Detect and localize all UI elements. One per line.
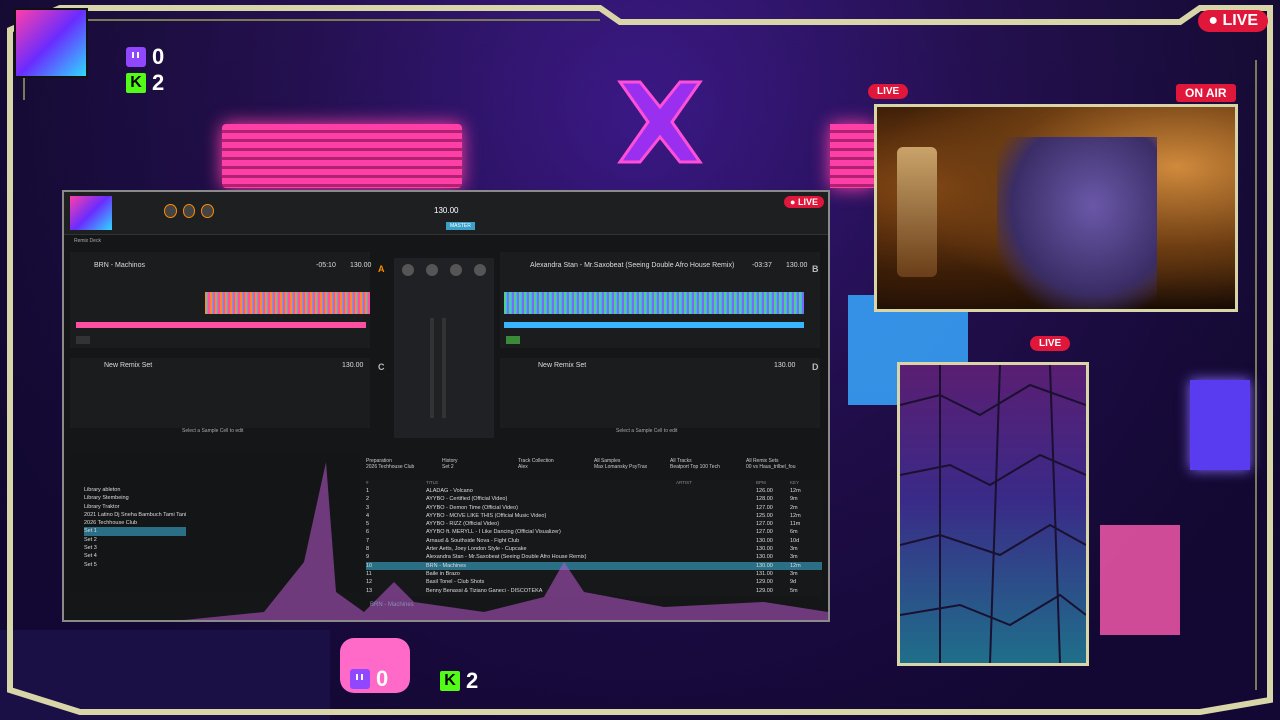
deck-c-letter: C bbox=[378, 362, 385, 372]
deck-a-time: -05:10 bbox=[316, 262, 336, 269]
deck-a: BRN - Machinos -05:10 130.00 bbox=[70, 252, 372, 348]
mixer bbox=[394, 258, 494, 438]
webcam-drum bbox=[897, 147, 937, 277]
deck-b: Alexandra Stan - Mr.Saxobeat (Seeing Dou… bbox=[500, 252, 820, 348]
twitch-count: 0 bbox=[152, 44, 165, 69]
deck-a-waveform bbox=[205, 292, 370, 314]
live-badge-top-right: ● LIVE bbox=[1198, 10, 1268, 32]
dj-live-badge: ● LIVE bbox=[784, 196, 824, 208]
kick-count: 2 bbox=[152, 70, 165, 95]
deck-b-title: Alexandra Stan - Mr.Saxobeat (Seeing Dou… bbox=[530, 262, 735, 269]
master-bpm: 130.00 bbox=[434, 206, 459, 215]
dj-top-bar: 130.00 MASTER ● LIVE bbox=[64, 192, 828, 235]
deck-b-time: -03:37 bbox=[752, 262, 772, 269]
twitch-icon bbox=[350, 669, 370, 689]
deck-c-hint: Select a Sample Cell to edit bbox=[182, 428, 244, 434]
dj-software-window: 130.00 MASTER ● LIVE Remix Deck BRN - Ma… bbox=[62, 190, 830, 622]
webcam-person bbox=[997, 137, 1157, 309]
panel-live-badge: LIVE bbox=[1030, 336, 1071, 351]
dj-logo bbox=[70, 196, 112, 230]
record-icon: ● bbox=[1208, 12, 1218, 29]
remix-deck-label: Remix Deck bbox=[74, 238, 101, 244]
channel-logo bbox=[14, 8, 88, 78]
deck-b-letter: B bbox=[812, 264, 819, 274]
webcam-feed bbox=[874, 104, 1238, 312]
master-button[interactable]: MASTER bbox=[446, 222, 475, 230]
pixel-block-left bbox=[0, 630, 330, 720]
deck-c-tempo: 130.00 bbox=[342, 362, 364, 369]
kick-counter-top: K 2 bbox=[126, 70, 164, 96]
twitch-counter-top: 0 bbox=[126, 44, 164, 70]
deck-d-tempo: 130.00 bbox=[774, 362, 796, 369]
pixel-block-right-screen-2 bbox=[1100, 525, 1180, 635]
deck-c-title: New Remix Set bbox=[104, 362, 153, 369]
neon-sign-left bbox=[222, 124, 462, 188]
kick-count: 2 bbox=[466, 668, 479, 693]
twitch-counter-bottom: 0 bbox=[350, 666, 388, 692]
kick-icon: K bbox=[126, 73, 146, 93]
neon-sign-right bbox=[830, 124, 874, 188]
pixel-block-right-screen bbox=[1190, 380, 1250, 470]
deck-d-hint: Select a Sample Cell to edit bbox=[616, 428, 678, 434]
kick-icon: K bbox=[440, 671, 460, 691]
deck-a-play-button[interactable] bbox=[76, 336, 90, 344]
deck-b-tempo: 130.00 bbox=[786, 262, 808, 269]
gain-knobs[interactable] bbox=[402, 264, 486, 278]
deck-a-title: BRN - Machinos bbox=[94, 262, 145, 269]
record-icon: ● bbox=[790, 197, 796, 207]
kick-counter-bottom: K 2 bbox=[440, 668, 478, 694]
now-playing: BRN - Machines bbox=[370, 602, 414, 608]
deck-a-overview bbox=[76, 322, 366, 328]
deck-d-letter: D bbox=[812, 362, 819, 372]
webcam-live-badge: LIVE bbox=[868, 84, 909, 99]
deck-a-tempo: 130.00 bbox=[350, 262, 372, 269]
deck-b-overview bbox=[504, 322, 804, 328]
deck-d-title: New Remix Set bbox=[538, 362, 587, 369]
channel-faders[interactable] bbox=[430, 318, 458, 428]
deck-a-letter: A bbox=[378, 264, 385, 274]
deck-b-play-button[interactable] bbox=[506, 336, 520, 344]
audio-spectrum bbox=[184, 462, 828, 620]
deck-d: New Remix Set 130.00 Select a Sample Cel… bbox=[500, 358, 820, 434]
deck-b-waveform bbox=[504, 292, 804, 314]
deck-c: New Remix Set 130.00 Select a Sample Cel… bbox=[70, 358, 370, 434]
fx-knobs[interactable] bbox=[164, 204, 215, 220]
neon-x-icon bbox=[617, 80, 703, 164]
twitch-count: 0 bbox=[376, 666, 389, 691]
on-air-badge: ON AIR bbox=[1176, 84, 1236, 102]
voronoi-pattern bbox=[900, 365, 1086, 663]
twitch-icon bbox=[126, 47, 146, 67]
voronoi-panel bbox=[897, 362, 1089, 666]
